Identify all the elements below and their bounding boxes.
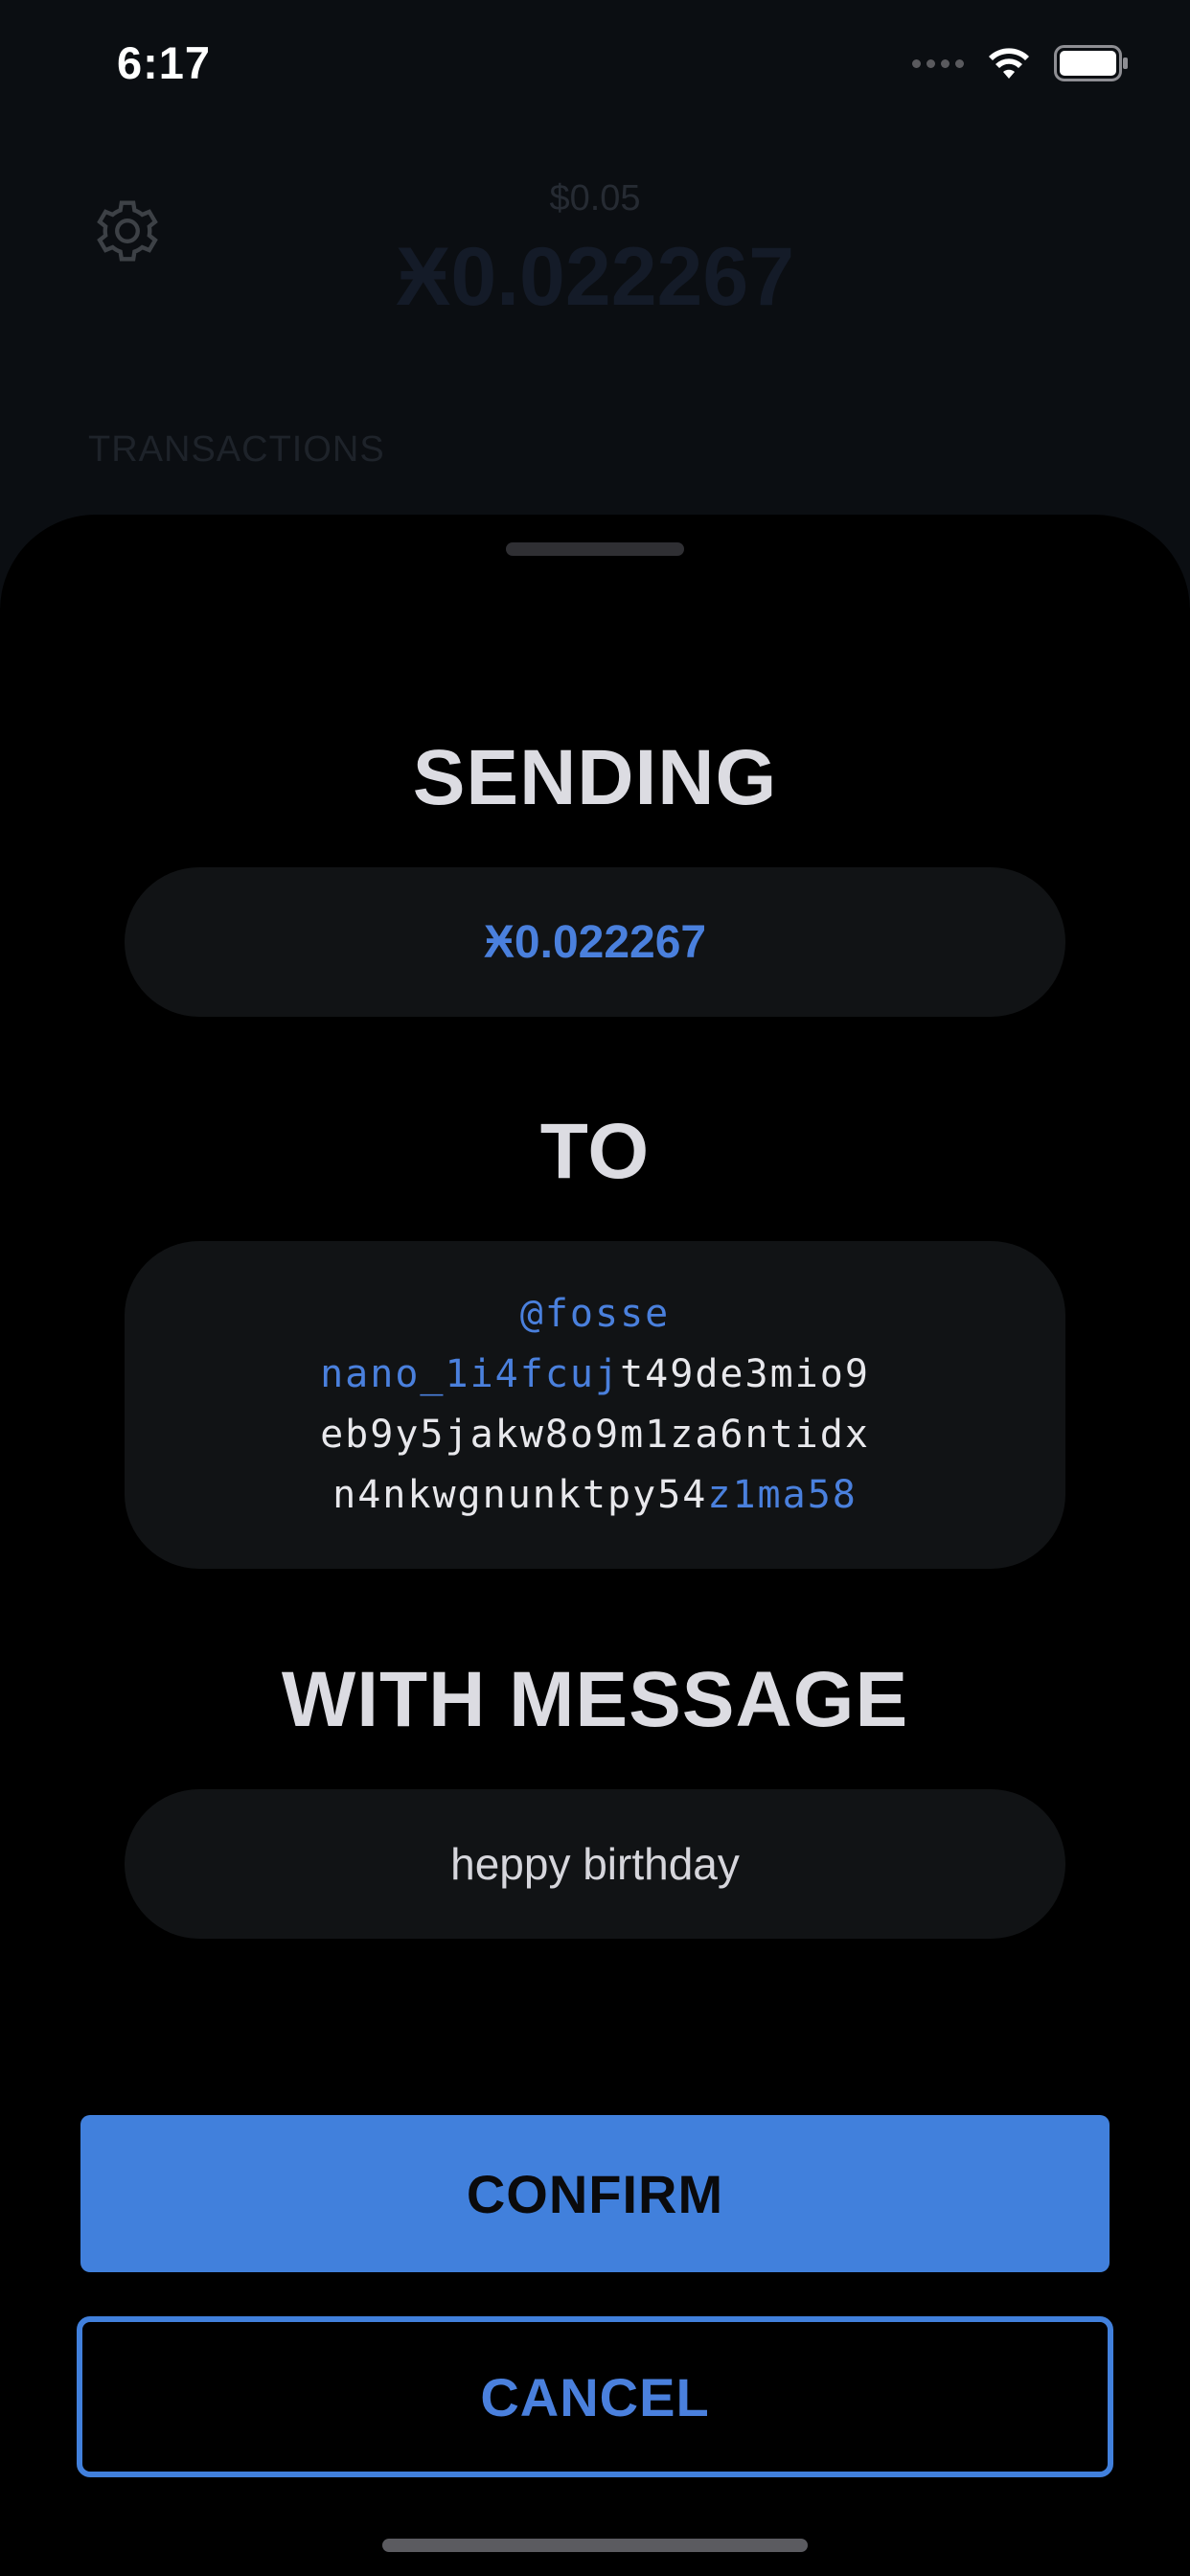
sheet-drag-handle[interactable] [506, 542, 684, 556]
home-indicator[interactable] [382, 2539, 808, 2552]
to-title: TO [539, 1108, 651, 1195]
address-line-2: eb9y5jakw8o9m1za6ntidx [320, 1413, 870, 1457]
sending-title: SENDING [412, 734, 778, 821]
recipient-address: @fosse nano_1i4fcujt49de3mio9 eb9y5jakw8… [320, 1284, 870, 1526]
fiat-balance: $0.05 [549, 178, 641, 218]
message-pill: heppy birthday [125, 1789, 1065, 1939]
recipient-pill: @fosse nano_1i4fcujt49de3mio9 eb9y5jakw8… [125, 1241, 1065, 1569]
cancel-button[interactable]: CANCEL [77, 2316, 1113, 2477]
amount-pill: Ӿ0.022267 [125, 867, 1065, 1017]
transactions-label: TRANSACTIONS [88, 429, 385, 470]
wifi-icon [989, 48, 1029, 79]
send-amount: Ӿ0.022267 [483, 916, 707, 968]
message-text: heppy birthday [450, 1839, 740, 1889]
signal-icon [912, 58, 964, 68]
battery-icon [1054, 45, 1128, 81]
send-confirmation-sheet: SENDING Ӿ0.022267 TO @fosse nano_1i4fcuj… [0, 515, 1190, 2576]
address-line-1: nano_1i4fcujt49de3mio9 [320, 1352, 870, 1396]
nano-balance: Ӿ0.022267 [395, 231, 795, 323]
confirm-button[interactable]: CONFIRM [80, 2115, 1110, 2272]
recipient-username: @fosse [519, 1292, 671, 1336]
address-line-3: n4nkwgnunktpy54z1ma58 [332, 1473, 858, 1517]
with-message-title: WITH MESSAGE [281, 1656, 909, 1743]
status-time: 6:17 [117, 37, 212, 88]
status-icons [912, 44, 1129, 82]
